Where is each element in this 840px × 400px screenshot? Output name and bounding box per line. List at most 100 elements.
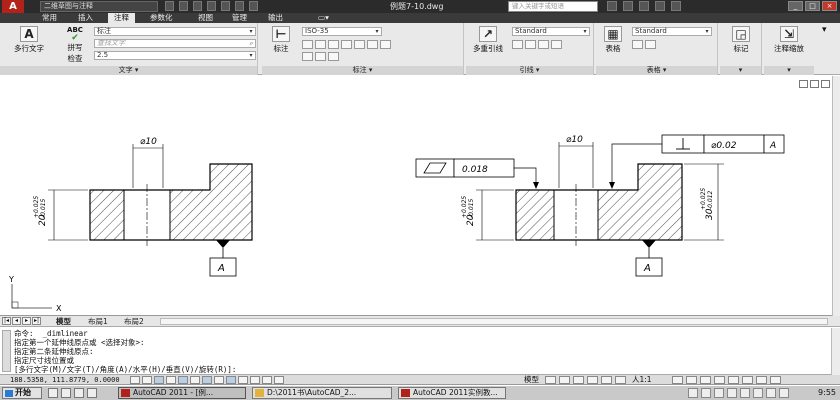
first-layout-icon[interactable]: |◂ bbox=[2, 317, 11, 325]
vertical-scrollbar[interactable] bbox=[832, 76, 840, 316]
hardware-accel-icon[interactable] bbox=[728, 376, 739, 384]
drawing-canvas[interactable]: ⌀10 20 +0.025 -0.015 A ⌀10 0.018 ⌀0.02 A… bbox=[0, 76, 840, 316]
app-menu-button[interactable]: A bbox=[2, 0, 24, 13]
annotation-visibility-icon[interactable] bbox=[672, 376, 683, 384]
scale-panel-title[interactable]: ▾ bbox=[764, 66, 814, 75]
status-menu-icon[interactable] bbox=[756, 376, 767, 384]
showmotion-icon[interactable] bbox=[615, 376, 626, 384]
tray-network-icon[interactable] bbox=[688, 388, 698, 398]
redo-icon[interactable] bbox=[221, 1, 230, 11]
last-layout-icon[interactable]: ▸| bbox=[32, 317, 41, 325]
command-scrollbar[interactable] bbox=[831, 328, 840, 375]
add-leader-icon[interactable] bbox=[512, 40, 523, 49]
find-text-input[interactable]: 查找文字 ⌕ bbox=[94, 39, 256, 48]
spell-check-button[interactable]: ABC ✔ 拼写 检查 bbox=[60, 26, 90, 64]
desktop-icon[interactable] bbox=[74, 388, 84, 398]
quick-view-layouts-icon[interactable] bbox=[545, 376, 556, 384]
ribbon-expand-icon[interactable]: ▾ bbox=[822, 25, 827, 35]
isolate-objects-icon[interactable] bbox=[742, 376, 753, 384]
undo-icon[interactable] bbox=[207, 1, 216, 11]
clean-screen-icon[interactable] bbox=[770, 376, 781, 384]
collect-leader-icon[interactable] bbox=[551, 40, 562, 49]
tray-security-icon[interactable] bbox=[740, 388, 750, 398]
command-prompt[interactable]: [多行文字(M)/文字(T)/角度(A)/水平(H)/垂直(V)/旋转(R)]: bbox=[14, 365, 236, 374]
minimize-button[interactable]: _ bbox=[788, 1, 803, 11]
quick-view-drawings-icon[interactable] bbox=[559, 376, 570, 384]
ducs-icon[interactable] bbox=[214, 376, 224, 384]
dim-inspect-icon[interactable] bbox=[380, 40, 391, 49]
tab-layout2[interactable]: 布局2 bbox=[124, 317, 144, 326]
workspace-select[interactable]: 二维草图与注释 bbox=[40, 1, 158, 12]
table-link-icon[interactable] bbox=[632, 40, 643, 49]
lineweight-icon[interactable] bbox=[238, 376, 248, 384]
dim-style-select[interactable]: ISO-35 ▾ bbox=[302, 27, 382, 36]
model-space-label[interactable]: 模型 bbox=[524, 375, 539, 385]
table-button[interactable]: ▦ 表格 bbox=[598, 26, 628, 54]
tab-home[interactable]: 常用 bbox=[36, 13, 63, 23]
table-panel-title[interactable]: 表格 ▾ bbox=[596, 66, 717, 75]
help-icon[interactable] bbox=[671, 1, 681, 11]
search-icon[interactable] bbox=[607, 1, 617, 11]
dyn-icon[interactable] bbox=[226, 376, 236, 384]
zoom-icon[interactable] bbox=[587, 376, 598, 384]
close-button[interactable]: × bbox=[822, 1, 837, 11]
dim-jog-icon[interactable] bbox=[302, 52, 313, 61]
tray-misc-icon[interactable] bbox=[766, 388, 776, 398]
grid-icon[interactable] bbox=[142, 376, 152, 384]
lock-icon[interactable] bbox=[714, 376, 725, 384]
command-window-grip[interactable] bbox=[2, 330, 11, 372]
tab-output[interactable]: 输出 bbox=[262, 13, 289, 23]
ortho-icon[interactable] bbox=[154, 376, 164, 384]
remove-leader-icon[interactable] bbox=[525, 40, 536, 49]
horizontal-scrollbar[interactable] bbox=[160, 318, 828, 325]
osnap-icon[interactable] bbox=[178, 376, 188, 384]
pan-icon[interactable] bbox=[573, 376, 584, 384]
dim-update-icon[interactable] bbox=[315, 52, 326, 61]
dim-quick-icon[interactable] bbox=[315, 40, 326, 49]
dim-tol-icon[interactable] bbox=[354, 40, 365, 49]
ie-icon[interactable] bbox=[48, 388, 58, 398]
prev-layout-icon[interactable]: ◂ bbox=[12, 317, 21, 325]
next-layout-icon[interactable]: ▸ bbox=[22, 317, 31, 325]
save-icon[interactable] bbox=[193, 1, 202, 11]
explorer-icon[interactable] bbox=[87, 388, 97, 398]
tray-ime-icon[interactable] bbox=[714, 388, 724, 398]
media-icon[interactable] bbox=[61, 388, 71, 398]
snap-icon[interactable] bbox=[130, 376, 140, 384]
dim-continue-icon[interactable] bbox=[302, 40, 313, 49]
dim-adjust-icon[interactable] bbox=[341, 40, 352, 49]
annotation-scale-button[interactable]: ⇲ 注释缩放 bbox=[766, 26, 812, 54]
dim-oblique-icon[interactable] bbox=[328, 52, 339, 61]
tab-insert[interactable]: 插入 bbox=[72, 13, 99, 23]
annotation-scale-readout[interactable]: 人1:1 bbox=[632, 375, 652, 385]
tab-manage[interactable]: 管理 bbox=[226, 13, 253, 23]
tray-app-icon[interactable] bbox=[727, 388, 737, 398]
tab-model[interactable]: 模型 bbox=[56, 317, 71, 326]
align-leader-icon[interactable] bbox=[538, 40, 549, 49]
task-folder[interactable]: D:\2011书\AutoCAD_2... bbox=[252, 387, 392, 399]
dim-break-icon[interactable] bbox=[328, 40, 339, 49]
tab-annotate[interactable]: 注释 bbox=[108, 13, 135, 23]
tray-extra-icon[interactable] bbox=[779, 388, 789, 398]
markup-button[interactable]: ◲ 标记 bbox=[724, 26, 758, 54]
start-button[interactable]: 开始 bbox=[2, 387, 42, 399]
new-icon[interactable] bbox=[165, 1, 174, 11]
leader-panel-title[interactable]: 引线 ▾ bbox=[466, 66, 593, 75]
subscription-icon[interactable] bbox=[623, 1, 633, 11]
customize-icon[interactable] bbox=[249, 1, 258, 11]
selection-cycling-icon[interactable] bbox=[274, 376, 284, 384]
polar-icon[interactable] bbox=[166, 376, 176, 384]
tab-view[interactable]: 视图 bbox=[192, 13, 219, 23]
tray-volume-icon[interactable] bbox=[701, 388, 711, 398]
multileader-button[interactable]: ↗ 多重引线 bbox=[468, 26, 508, 54]
workspace-switch-icon[interactable] bbox=[700, 376, 711, 384]
text-style-select[interactable]: 标注 ▾ bbox=[94, 27, 256, 36]
favorites-icon[interactable] bbox=[655, 1, 665, 11]
tab-parametric[interactable]: 参数化 bbox=[144, 13, 179, 23]
communication-icon[interactable] bbox=[639, 1, 649, 11]
dim-center-icon[interactable] bbox=[367, 40, 378, 49]
quick-props-icon[interactable] bbox=[262, 376, 272, 384]
mleader-style-select[interactable]: Standard ▾ bbox=[512, 27, 590, 36]
text-height-select[interactable]: 2.5 ▾ bbox=[94, 51, 256, 60]
plot-icon[interactable] bbox=[235, 1, 244, 11]
